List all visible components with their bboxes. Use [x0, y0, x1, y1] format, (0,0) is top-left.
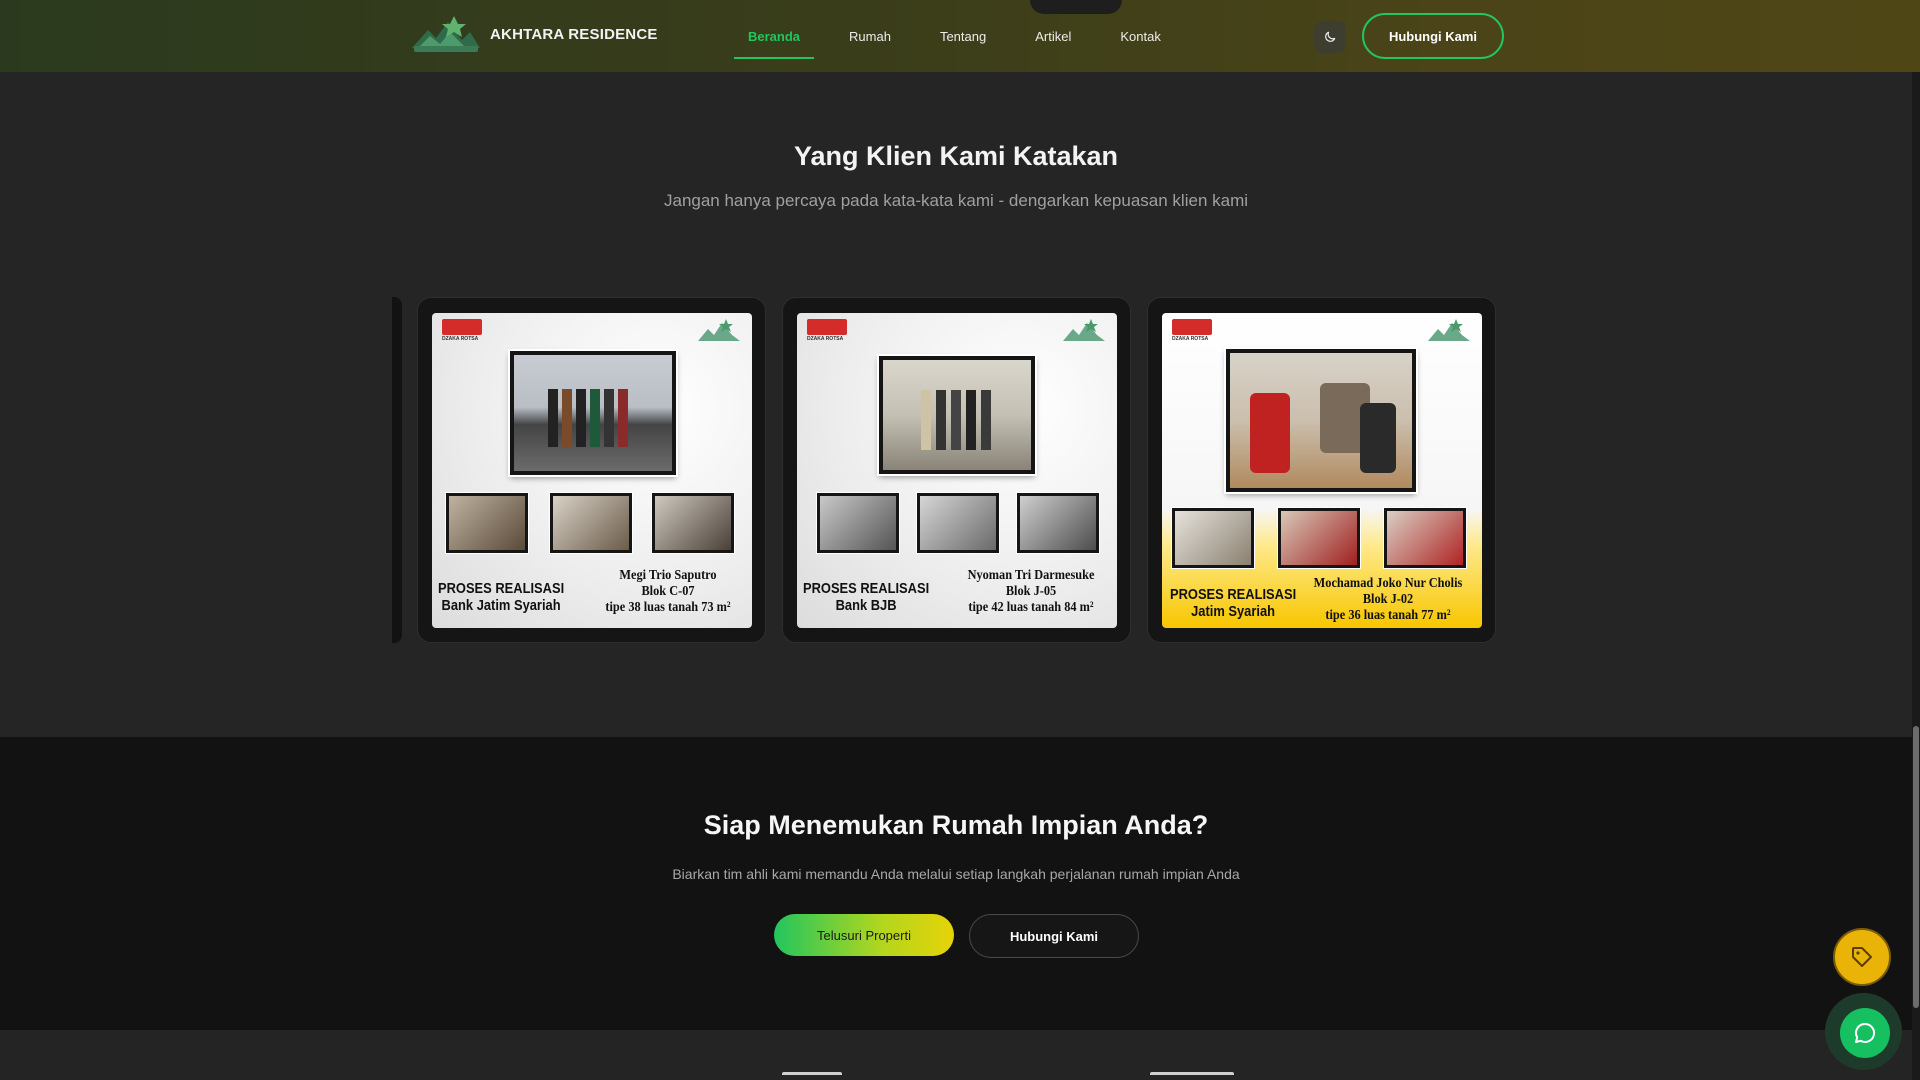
caption-client: Mochamad Joko Nur Cholis Blok J-02 tipe …	[1313, 576, 1463, 623]
chat-bubble-icon	[1855, 1022, 1876, 1043]
moon-icon	[1325, 31, 1336, 42]
cta-section: Siap Menemukan Rumah Impian Anda? Biarka…	[0, 737, 1912, 1030]
caption-process: PROSES REALISASI Bank Jatim Syariah	[438, 580, 565, 614]
thumbnail-photo	[446, 493, 528, 553]
footer-heading-cut	[782, 1072, 842, 1080]
testimonial-image: DZAKA ROTSA PROSES REALISASI Bank BJB Ny…	[797, 313, 1117, 628]
nav-link-kontak[interactable]: Kontak	[1106, 0, 1174, 72]
browse-properties-button[interactable]: Telusuri Properti	[774, 914, 954, 956]
chat-button[interactable]	[1840, 1008, 1890, 1058]
carousel-previous-card-edge[interactable]	[392, 297, 402, 643]
developer-logo: DZAKA ROTSA	[807, 319, 849, 349]
contact-us-button[interactable]: Hubungi Kami	[969, 914, 1139, 958]
thumbnail-photo	[652, 493, 734, 553]
thumbnail-photo	[1278, 508, 1360, 568]
navbar: AKHTARA RESIDENCE Beranda Rumah Tentang …	[0, 0, 1920, 72]
developer-logo: DZAKA ROTSA	[1172, 319, 1214, 349]
caption-client: Nyoman Tri Darmesuke Blok J-05 tipe 42 l…	[967, 568, 1095, 615]
brand-name: AKHTARA RESIDENCE	[490, 25, 658, 43]
akhtara-mountain-logo	[412, 16, 480, 52]
thumbnail-photo	[917, 493, 999, 553]
footer-top	[0, 1030, 1912, 1080]
residence-logo-icon	[1428, 319, 1470, 341]
brand[interactable]: AKHTARA RESIDENCE	[410, 12, 658, 56]
thumbnail-photo	[1384, 508, 1466, 568]
caption-process: PROSES REALISASI Jatim Syariah	[1170, 586, 1297, 620]
main-nav: Beranda Rumah Tentang Artikel Kontak	[734, 0, 1175, 72]
testimonials-subtitle: Jangan hanya percaya pada kata-kata kami…	[663, 191, 1249, 210]
footer-heading-cut	[1150, 1072, 1234, 1080]
caption-process: PROSES REALISASI Bank BJB	[803, 580, 930, 614]
testimonial-card[interactable]: DZAKA ROTSA PROSES REALISASI Bank BJB Ny…	[782, 297, 1131, 643]
main-photo	[1226, 349, 1416, 492]
main-photo	[879, 356, 1035, 474]
main-photo	[510, 351, 676, 475]
promo-tag-button[interactable]	[1833, 928, 1891, 986]
thumbnail-photo	[817, 493, 899, 553]
nav-contact-button[interactable]: Hubungi Kami	[1362, 13, 1504, 59]
testimonial-card[interactable]: DZAKA ROTSA PROSES REALISASI Bank Jatim …	[417, 297, 766, 643]
theme-toggle-button[interactable]	[1314, 21, 1346, 53]
cta-title: Siap Menemukan Rumah Impian Anda?	[703, 810, 1209, 840]
residence-logo-icon	[1063, 319, 1105, 341]
residence-logo-icon	[698, 319, 740, 341]
tag-icon	[1852, 947, 1872, 967]
scrollbar-thumb[interactable]	[1913, 726, 1919, 1008]
nav-link-artikel[interactable]: Artikel	[1021, 0, 1085, 72]
nav-link-beranda[interactable]: Beranda	[734, 0, 815, 72]
testimonial-image: DZAKA ROTSA PROSES REALISASI Bank Jatim …	[432, 313, 752, 628]
nav-link-tentang[interactable]: Tentang	[926, 0, 1000, 72]
developer-logo: DZAKA ROTSA	[442, 319, 484, 349]
cta-subtitle: Biarkan tim ahli kami memandu Anda melal…	[672, 866, 1240, 882]
testimonial-card[interactable]: DZAKA ROTSA PROSES REALISASI Jatim Syari…	[1147, 297, 1496, 643]
testimonial-image: DZAKA ROTSA PROSES REALISASI Jatim Syari…	[1162, 313, 1482, 628]
caption-client: Megi Trio Saputro Blok C-07 tipe 38 luas…	[605, 568, 731, 615]
nav-link-rumah[interactable]: Rumah	[835, 0, 905, 72]
testimonials-title: Yang Klien Kami Katakan	[793, 141, 1119, 171]
thumbnail-photo	[550, 493, 632, 553]
thumbnail-photo	[1172, 508, 1254, 568]
thumbnail-photo	[1017, 493, 1099, 553]
